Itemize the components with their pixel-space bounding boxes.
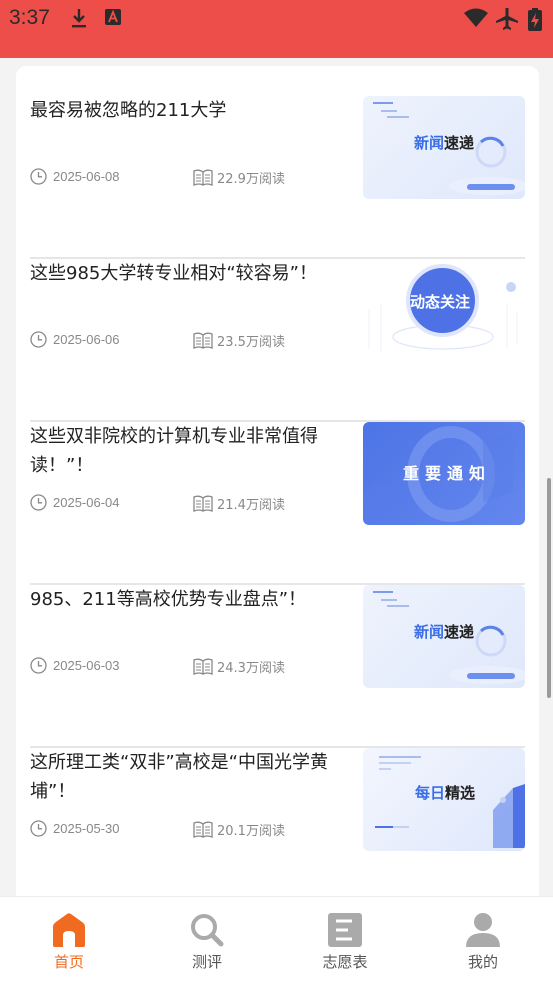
article-item[interactable]: 这所理工类“双非”高校是“中国光学黄埔”！ 2025-05-30 20.1万阅读… bbox=[30, 748, 525, 896]
article-thumbnail-dynamic[interactable]: 动态关注 bbox=[363, 259, 525, 362]
article-item[interactable]: 这些985大学转专业相对“较容易”！ 2025-06-06 23.5万阅读 动态… bbox=[30, 259, 525, 422]
status-time: 3:37 bbox=[9, 6, 50, 29]
article-reads-text: 22.9万阅读 bbox=[217, 172, 285, 187]
article-item[interactable]: 985、211等高校优势专业盘点”！ 2025-06-03 24.3万阅读 新闻… bbox=[30, 585, 525, 748]
download-icon bbox=[72, 9, 86, 28]
scrollbar[interactable] bbox=[547, 478, 551, 698]
article-title[interactable]: 这所理工类“双非”高校是“中国光学黄埔”！ bbox=[30, 748, 340, 806]
article-reads-text: 20.1万阅读 bbox=[217, 824, 285, 839]
status-bar: 3:37 bbox=[0, 0, 553, 58]
article-reads: 22.9万阅读 bbox=[193, 168, 285, 187]
article-date: 2025-06-06 bbox=[30, 331, 120, 348]
article-thumbnail-news[interactable]: 新闻速递 bbox=[363, 96, 525, 199]
article-title[interactable]: 最容易被忽略的211大学 bbox=[30, 96, 340, 125]
clock-icon bbox=[30, 494, 47, 511]
search-icon bbox=[191, 914, 224, 947]
clock-icon bbox=[30, 657, 47, 674]
article-feed[interactable]: 最容易被忽略的211大学 2025-06-08 22.9万阅读 新闻速递 这些9… bbox=[0, 58, 553, 896]
article-date: 2025-06-04 bbox=[30, 494, 120, 511]
article-date-text: 2025-05-30 bbox=[53, 821, 120, 836]
article-title[interactable]: 985、211等高校优势专业盘点”！ bbox=[30, 585, 340, 614]
article-date-text: 2025-06-03 bbox=[53, 658, 120, 673]
article-reads: 23.5万阅读 bbox=[193, 331, 285, 350]
article-date-text: 2025-06-06 bbox=[53, 332, 120, 347]
tab-label: 测评 bbox=[191, 953, 222, 971]
book-icon bbox=[193, 332, 213, 349]
article-reads-text: 21.4万阅读 bbox=[217, 498, 285, 513]
bottom-tab-bar: 首页 测评 志愿表 我的 bbox=[0, 896, 553, 983]
tab-label: 志愿表 bbox=[322, 953, 368, 971]
thumb-label: 新闻速递 bbox=[414, 134, 475, 152]
wifi-icon bbox=[464, 8, 488, 27]
tab-profile[interactable]: 我的 bbox=[414, 897, 552, 983]
article-reads: 24.3万阅读 bbox=[193, 657, 285, 676]
thumb-label: 动态关注 bbox=[410, 293, 471, 311]
book-icon bbox=[193, 821, 213, 838]
user-icon bbox=[466, 913, 500, 947]
tab-evaluation[interactable]: 测评 bbox=[138, 897, 276, 983]
thumb-label: 新闻速递 bbox=[414, 623, 475, 641]
article-date-text: 2025-06-04 bbox=[53, 495, 120, 510]
article-date: 2025-06-08 bbox=[30, 168, 120, 185]
article-item[interactable]: 最容易被忽略的211大学 2025-06-08 22.9万阅读 新闻速递 bbox=[30, 96, 525, 259]
battery-charging-icon bbox=[528, 8, 542, 31]
tab-label: 我的 bbox=[467, 953, 498, 971]
tab-label: 首页 bbox=[53, 953, 84, 971]
book-icon bbox=[193, 169, 213, 186]
article-title[interactable]: 这些双非院校的计算机专业非常值得读！”！ bbox=[30, 422, 340, 480]
article-date: 2025-06-03 bbox=[30, 657, 120, 674]
article-title[interactable]: 这些985大学转专业相对“较容易”！ bbox=[30, 259, 340, 288]
article-thumbnail-daily[interactable]: 每日精选 bbox=[363, 748, 525, 851]
book-icon bbox=[193, 495, 213, 512]
clock-icon bbox=[30, 820, 47, 837]
clock-icon bbox=[30, 331, 47, 348]
book-icon bbox=[193, 658, 213, 675]
form-icon bbox=[328, 913, 362, 947]
article-date: 2025-05-30 bbox=[30, 820, 120, 837]
app-notification-icon bbox=[105, 9, 121, 25]
article-reads-text: 23.5万阅读 bbox=[217, 335, 285, 350]
article-item[interactable]: 这些双非院校的计算机专业非常值得读！”！ 2025-06-04 21.4万阅读 … bbox=[30, 422, 525, 585]
article-reads: 20.1万阅读 bbox=[193, 820, 285, 839]
thumb-label: 每日精选 bbox=[415, 784, 476, 802]
tab-application-form[interactable]: 志愿表 bbox=[276, 897, 414, 983]
article-reads-text: 24.3万阅读 bbox=[217, 661, 285, 676]
article-thumbnail-news[interactable]: 新闻速递 bbox=[363, 585, 525, 688]
home-icon bbox=[53, 913, 85, 947]
article-date-text: 2025-06-08 bbox=[53, 169, 120, 184]
thumb-label: 重要通知 bbox=[403, 464, 492, 483]
tab-home[interactable]: 首页 bbox=[0, 897, 138, 983]
article-reads: 21.4万阅读 bbox=[193, 494, 285, 513]
article-thumbnail-notice[interactable]: 重要通知 bbox=[363, 422, 525, 525]
clock-icon bbox=[30, 168, 47, 185]
airplane-mode-icon bbox=[496, 8, 518, 30]
